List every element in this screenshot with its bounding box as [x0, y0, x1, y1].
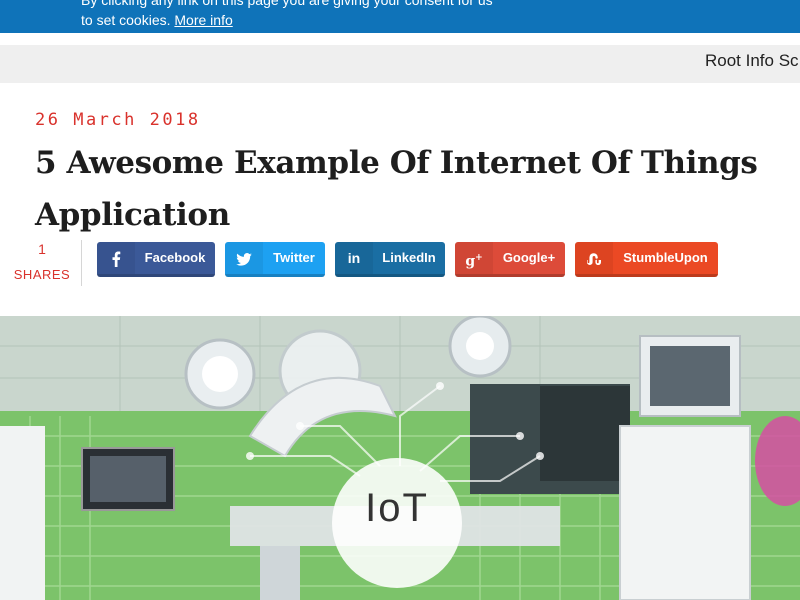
cookie-text: By clicking any link on this page you ar…	[81, 0, 501, 30]
site-name[interactable]: Root Info Sc	[705, 51, 799, 71]
iot-badge-label: IoT	[365, 486, 429, 530]
post-date: 26 March 2018	[35, 110, 201, 130]
cookie-message: By clicking any link on this page you ar…	[81, 0, 493, 28]
twitter-share-button[interactable]: Twitter	[225, 242, 325, 277]
iot-badge: IoT	[332, 458, 462, 588]
linkedin-icon: in	[335, 242, 373, 274]
twitter-share-label: Twitter	[273, 250, 315, 265]
share-counter: 1 SHARES	[8, 240, 76, 284]
stumbleupon-icon	[575, 242, 613, 274]
linkedin-share-label: LinkedIn	[382, 250, 436, 265]
facebook-icon	[97, 242, 135, 274]
facebook-share-label: Facebook	[144, 250, 206, 265]
share-count-number: 1	[38, 241, 46, 257]
google-plus-share-button[interactable]: g+ Google+	[455, 242, 565, 277]
twitter-icon	[225, 242, 263, 274]
more-info-link[interactable]: More info	[174, 12, 232, 28]
cookie-banner: By clicking any link on this page you ar…	[0, 0, 800, 33]
stumbleupon-share-button[interactable]: StumbleUpon	[575, 242, 718, 277]
post-title: 5 Awesome Example Of Internet Of Things …	[35, 145, 758, 233]
share-divider	[81, 240, 82, 286]
linkedin-share-button[interactable]: in LinkedIn	[335, 242, 445, 277]
facebook-share-button[interactable]: Facebook	[97, 242, 215, 277]
share-count-label: SHARES	[13, 267, 71, 282]
google-plus-share-label: Google+	[502, 250, 556, 265]
google-plus-icon: g+	[455, 242, 493, 274]
top-navigation-bar	[0, 45, 800, 83]
stumbleupon-share-label: StumbleUpon	[623, 250, 708, 265]
